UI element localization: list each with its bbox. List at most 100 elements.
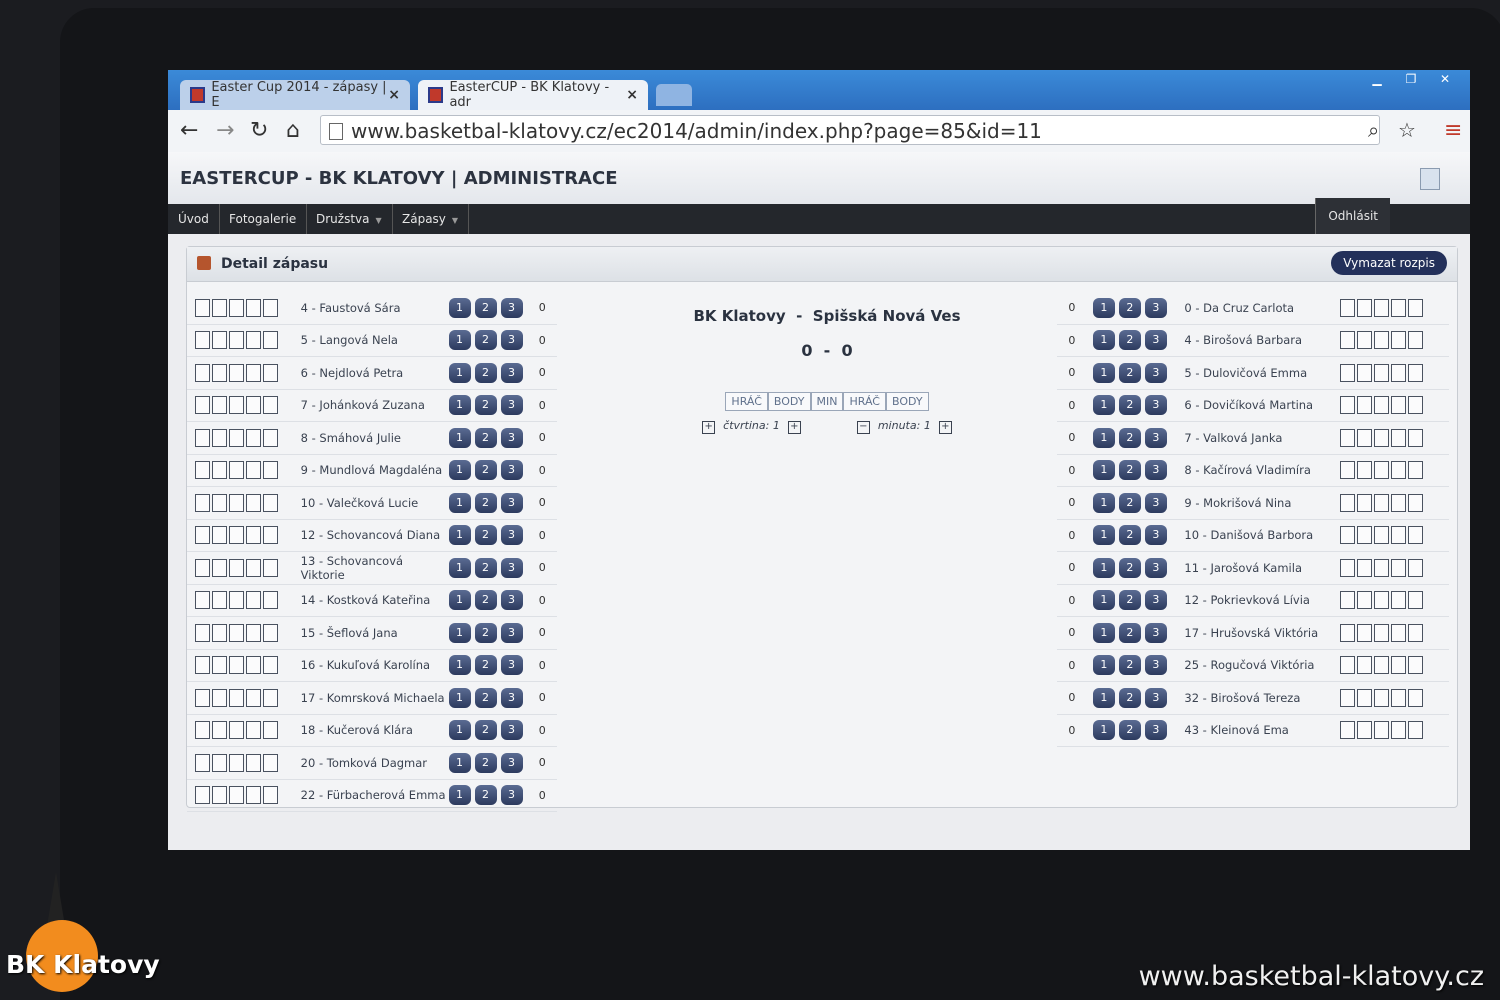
foul-checkbox[interactable] (212, 363, 227, 382)
foul-checkbox[interactable] (1356, 363, 1372, 382)
player-name[interactable]: 32 - Birošová Tereza (1184, 691, 1339, 705)
player-name[interactable]: 18 - Kučerová Klára (301, 723, 449, 737)
add-3-points-button[interactable]: 3 (1144, 655, 1167, 676)
add-2-points-button[interactable]: 2 (1118, 362, 1141, 383)
foul-checkbox[interactable] (212, 493, 227, 512)
player-name[interactable]: 12 - Schovancová Diana (301, 528, 449, 542)
foul-checkbox[interactable] (1356, 396, 1372, 415)
close-icon[interactable]: × (388, 87, 400, 103)
add-2-points-button[interactable]: 2 (474, 622, 497, 643)
add-3-points-button[interactable]: 3 (1144, 297, 1167, 318)
foul-checkbox[interactable] (246, 461, 261, 480)
foul-checkbox[interactable] (1356, 331, 1372, 350)
foul-checkbox[interactable] (1339, 526, 1355, 545)
close-window-icon[interactable]: ✕ (1430, 70, 1460, 88)
player-name[interactable]: 7 - Johánková Zuzana (301, 398, 449, 412)
maximize-icon[interactable]: ❐ (1396, 70, 1426, 88)
logout-button[interactable]: Odhlásit (1315, 198, 1390, 234)
add-1-points-button[interactable]: 1 (448, 460, 471, 481)
address-bar[interactable]: www.basketbal-klatovy.cz/ec2014/admin/in… (320, 115, 1380, 145)
foul-checkbox[interactable] (1356, 721, 1372, 740)
add-2-points-button[interactable]: 2 (474, 687, 497, 708)
foul-checkbox[interactable] (246, 688, 261, 707)
add-3-points-button[interactable]: 3 (500, 492, 523, 513)
add-3-points-button[interactable]: 3 (500, 720, 523, 741)
foul-checkbox[interactable] (229, 753, 244, 772)
plus-icon[interactable]: + (702, 421, 716, 434)
foul-checkbox[interactable] (263, 558, 278, 577)
foul-checkbox[interactable] (1390, 493, 1406, 512)
add-2-points-button[interactable]: 2 (1118, 687, 1141, 708)
foul-checkbox[interactable] (1390, 623, 1406, 642)
foul-checkbox[interactable] (1407, 623, 1423, 642)
foul-checkbox[interactable] (1373, 656, 1389, 675)
add-1-points-button[interactable]: 1 (1092, 362, 1115, 383)
foul-checkbox[interactable] (1339, 721, 1355, 740)
foul-checkbox[interactable] (1339, 428, 1355, 447)
player-name[interactable]: 25 - Rogučová Viktória (1184, 658, 1339, 672)
foul-checkbox[interactable] (212, 526, 227, 545)
add-2-points-button[interactable]: 2 (474, 525, 497, 546)
add-1-points-button[interactable]: 1 (448, 395, 471, 416)
player-name[interactable]: 11 - Jarošová Kamila (1184, 561, 1339, 575)
foul-checkbox[interactable] (229, 428, 244, 447)
foul-checkbox[interactable] (195, 428, 210, 447)
foul-checkbox[interactable] (195, 526, 210, 545)
foul-checkbox[interactable] (1373, 688, 1389, 707)
foul-checkbox[interactable] (229, 656, 244, 675)
player-name[interactable]: 5 - Dulovičová Emma (1184, 366, 1339, 380)
player-name[interactable]: 43 - Kleinová Ema (1184, 723, 1339, 737)
add-3-points-button[interactable]: 3 (1144, 720, 1167, 741)
foul-checkbox[interactable] (1356, 591, 1372, 610)
foul-checkbox[interactable] (229, 461, 244, 480)
add-1-points-button[interactable]: 1 (448, 687, 471, 708)
add-2-points-button[interactable]: 2 (1118, 297, 1141, 318)
foul-checkbox[interactable] (246, 298, 261, 317)
foul-checkbox[interactable] (229, 623, 244, 642)
foul-checkbox[interactable] (1339, 623, 1355, 642)
foul-checkbox[interactable] (1356, 461, 1372, 480)
foul-checkbox[interactable] (1339, 298, 1355, 317)
add-3-points-button[interactable]: 3 (1144, 362, 1167, 383)
foul-checkbox[interactable] (263, 331, 278, 350)
foul-checkbox[interactable] (246, 396, 261, 415)
foul-checkbox[interactable] (1407, 396, 1423, 415)
foul-checkbox[interactable] (1390, 298, 1406, 317)
foul-checkbox[interactable] (212, 461, 227, 480)
foul-checkbox[interactable] (229, 526, 244, 545)
foul-checkbox[interactable] (263, 396, 278, 415)
foul-checkbox[interactable] (1356, 526, 1372, 545)
foul-checkbox[interactable] (246, 623, 261, 642)
foul-checkbox[interactable] (1373, 493, 1389, 512)
add-3-points-button[interactable]: 3 (1144, 395, 1167, 416)
foul-checkbox[interactable] (1339, 558, 1355, 577)
foul-checkbox[interactable] (263, 688, 278, 707)
add-2-points-button[interactable]: 2 (474, 492, 497, 513)
foul-checkbox[interactable] (195, 331, 210, 350)
player-name[interactable]: 13 - Schovancová Viktorie (301, 554, 449, 582)
foul-checkbox[interactable] (1356, 656, 1372, 675)
add-3-points-button[interactable]: 3 (1144, 590, 1167, 611)
add-1-points-button[interactable]: 1 (448, 622, 471, 643)
add-3-points-button[interactable]: 3 (500, 297, 523, 318)
foul-checkbox[interactable] (212, 298, 227, 317)
tab-admin[interactable]: EasterCUP - BK Klatovy - adr × (418, 80, 648, 110)
player-name[interactable]: 12 - Pokrievková Lívia (1184, 593, 1339, 607)
foul-checkbox[interactable] (212, 396, 227, 415)
foul-checkbox[interactable] (246, 558, 261, 577)
add-2-points-button[interactable]: 2 (1118, 330, 1141, 351)
foul-checkbox[interactable] (195, 363, 210, 382)
add-2-points-button[interactable]: 2 (1118, 655, 1141, 676)
player-name[interactable]: 16 - Kukuľová Karolína (301, 658, 449, 672)
foul-checkbox[interactable] (212, 331, 227, 350)
player-name[interactable]: 9 - Mokrišová Nina (1184, 496, 1339, 510)
foul-checkbox[interactable] (1407, 331, 1423, 350)
foul-checkbox[interactable] (1390, 428, 1406, 447)
player-name[interactable]: 4 - Faustová Sára (301, 301, 449, 315)
foul-checkbox[interactable] (1373, 623, 1389, 642)
menu-item-fotogalerie[interactable]: Fotogalerie (219, 204, 308, 234)
foul-checkbox[interactable] (229, 786, 244, 805)
add-1-points-button[interactable]: 1 (1092, 297, 1115, 318)
foul-checkbox[interactable] (246, 428, 261, 447)
foul-checkbox[interactable] (195, 461, 210, 480)
